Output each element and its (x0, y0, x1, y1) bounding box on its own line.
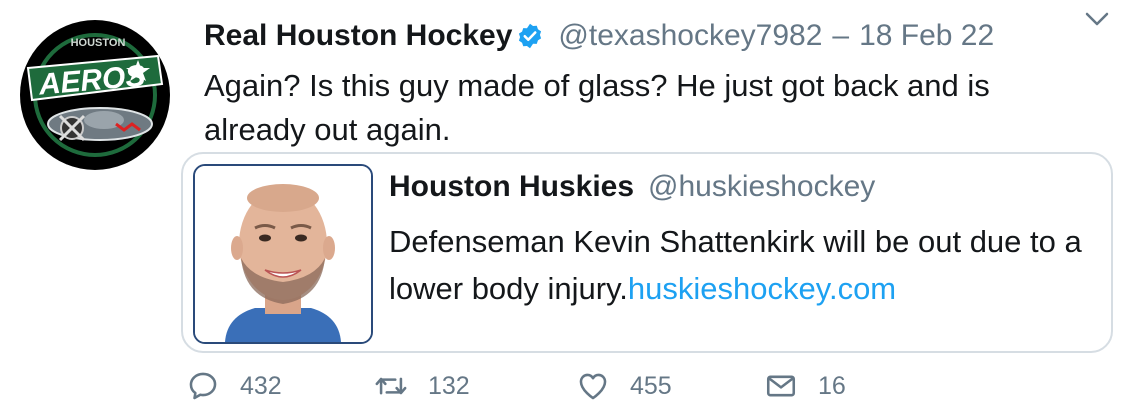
header-separator: – (832, 19, 850, 52)
tweet-header: Real Houston Hockey @texashockey7982 – 1… (204, 14, 994, 58)
reply-count: 432 (240, 371, 282, 400)
retweet-button[interactable]: 132 (374, 364, 470, 408)
reply-icon (189, 372, 217, 400)
quoted-tweet-image[interactable] (193, 164, 373, 344)
quoted-tweet-text: Defenseman Kevin Shattenkirk will be out… (389, 218, 1099, 312)
like-count: 455 (630, 371, 672, 400)
logo-subtext: HOUSTON (71, 37, 126, 49)
aeros-logo: HOUSTON AEROS (22, 22, 168, 168)
author-name[interactable]: Real Houston Hockey (204, 19, 512, 53)
retweet-count: 132 (428, 371, 470, 400)
quoted-author-name[interactable]: Houston Huskies (389, 170, 634, 203)
reply-button[interactable]: 432 (186, 364, 282, 408)
direct-message-button[interactable]: 16 (764, 364, 846, 408)
author-handle[interactable]: @texashockey7982 (558, 19, 822, 53)
player-photo (195, 166, 371, 342)
like-button[interactable]: 455 (576, 364, 672, 408)
author-avatar[interactable]: HOUSTON AEROS (20, 20, 170, 170)
tweet-date[interactable]: 18 Feb 22 (859, 19, 994, 53)
retweet-icon (375, 377, 407, 395)
heart-icon (579, 373, 607, 400)
quoted-tweet-card[interactable]: Houston Huskies @huskieshockey Defenseman… (181, 152, 1113, 353)
quoted-tweet-link[interactable]: huskieshockey.com (628, 271, 896, 306)
tweet-text: Again? Is this guy made of glass? He jus… (204, 68, 990, 147)
chevron-down-icon[interactable] (1082, 6, 1112, 32)
verified-badge-icon (516, 22, 544, 50)
tweet-actions: 432 132 455 16 (186, 364, 1086, 408)
dm-count: 16 (818, 371, 846, 400)
quoted-author-handle[interactable]: @huskieshockey (648, 170, 875, 203)
envelope-icon (766, 375, 796, 397)
quoted-tweet-header: Houston Huskies @huskieshockey (389, 170, 875, 204)
